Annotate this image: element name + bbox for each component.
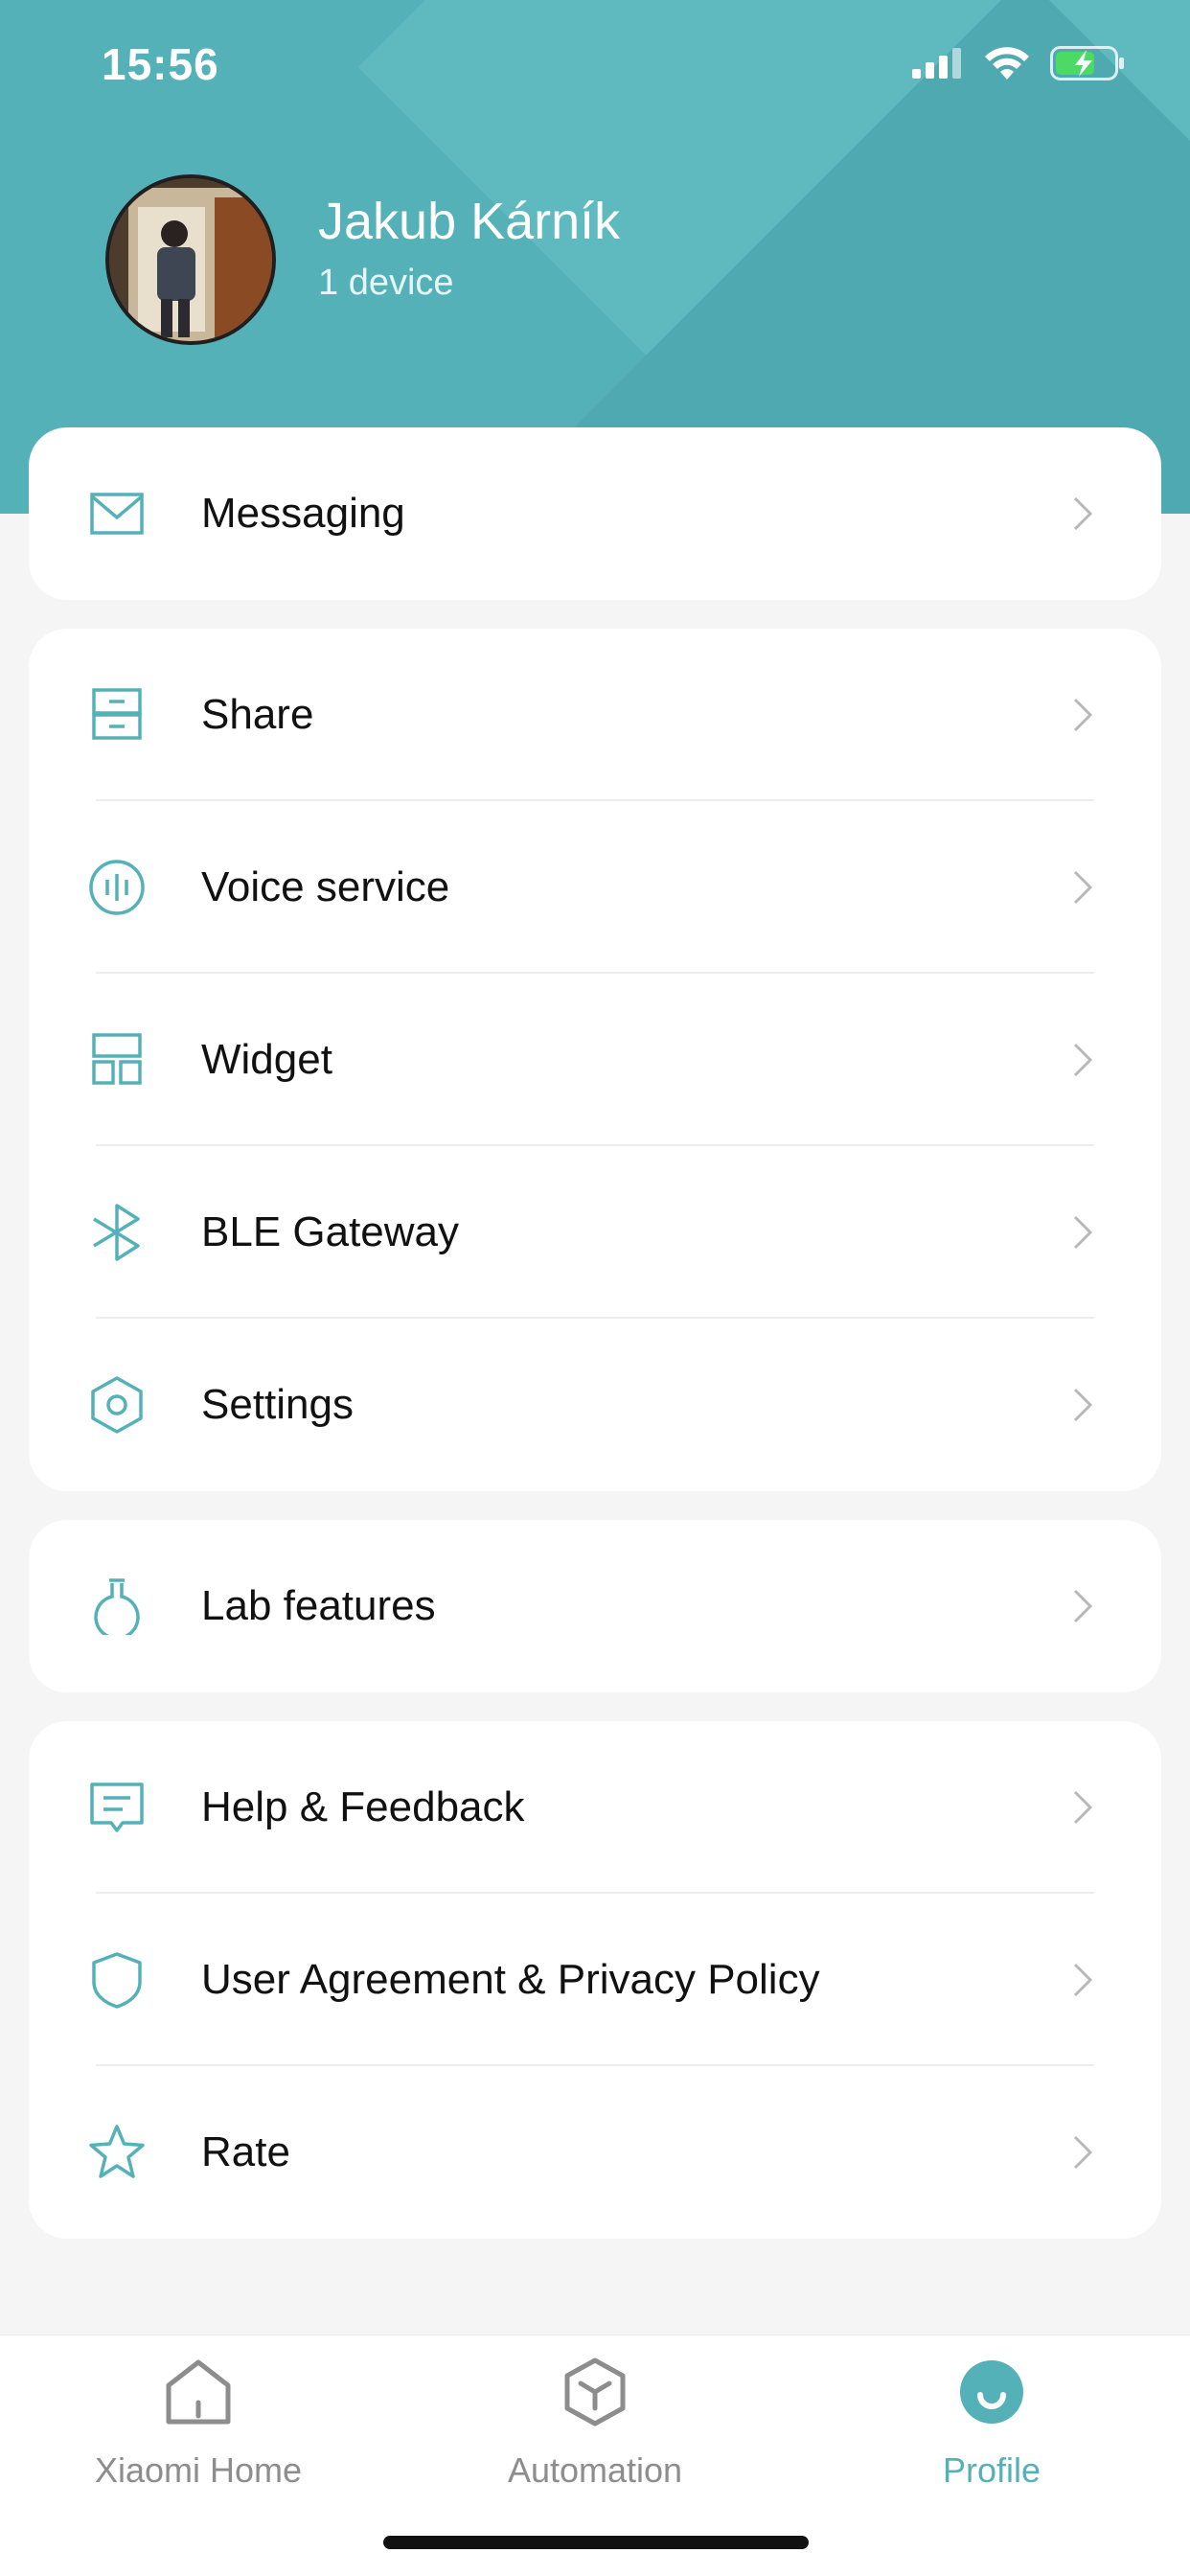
status-icons [912,44,1125,82]
menu-item-label: Settings [201,1381,354,1428]
chevron-right-icon [1073,1589,1093,1623]
menu-item-help-feedback[interactable]: Help & Feedback [29,1721,1161,1894]
tab-automation[interactable]: Automation [397,2335,793,2527]
envelope-icon [90,493,144,535]
menu-card-support: Help & Feedback User Agreement & Privacy… [29,1721,1161,2239]
menu-item-label: Voice service [201,863,450,910]
menu-item-label: Share [201,691,314,738]
automation-cube-icon [564,2358,626,2426]
tab-label: Profile [942,2450,1041,2490]
menu-item-share[interactable]: Share [29,629,1161,801]
chevron-right-icon [1073,1043,1093,1077]
menu-item-label: BLE Gateway [201,1208,460,1255]
menu-item-label: Help & Feedback [201,1783,525,1830]
menu-item-ble-gateway[interactable]: BLE Gateway [29,1146,1161,1319]
avatar-photo [109,178,272,341]
shield-icon [92,1952,142,2009]
profile-smile-icon [960,2360,1023,2424]
voice-wave-icon [89,860,145,915]
tab-label: Xiaomi Home [94,2450,303,2490]
home-icon [166,2359,231,2425]
menu-item-widget[interactable]: Widget [29,974,1161,1146]
menu-item-messaging[interactable]: Messaging [29,427,1161,600]
tab-label: Automation [507,2450,683,2490]
menu-item-label: Messaging [201,490,405,537]
chevron-right-icon [1073,870,1093,905]
menu-item-label: Rate [201,2128,290,2175]
menu-item-settings[interactable]: Settings [29,1319,1161,1491]
avatar[interactable] [105,174,276,345]
menu-item-rate[interactable]: Rate [29,2066,1161,2239]
device-count[interactable]: 1 device [318,263,454,304]
battery-charging-icon [1050,46,1124,80]
menu-item-voice-service[interactable]: Voice service [29,801,1161,974]
chevron-right-icon [1073,698,1093,732]
menu-card-messaging: Messaging [29,427,1161,600]
menu-card-main: Share Voice service Widget BLE Gateway S… [29,629,1161,1491]
chevron-right-icon [1073,1215,1093,1250]
menu-item-label: Widget [201,1036,332,1083]
user-name[interactable]: Jakub Kárník [318,192,620,251]
wifi-icon [985,47,1029,80]
menu-item-label: Lab features [201,1582,436,1629]
tab-profile[interactable]: Profile [793,2335,1190,2527]
chevron-right-icon [1073,1790,1093,1825]
share-drawer-icon [92,688,142,740]
chevron-right-icon [1073,1963,1093,1997]
widget-grid-icon [92,1033,142,1085]
cellular-signal-icon [912,48,961,79]
star-icon [89,2125,145,2178]
lab-flask-icon [94,1578,140,1635]
status-time: 15:56 [102,39,219,89]
chevron-right-icon [1073,496,1093,531]
tab-xiaomi-home[interactable]: Xiaomi Home [0,2335,397,2527]
chevron-right-icon [1073,2135,1093,2170]
menu-item-user-agreement[interactable]: User Agreement & Privacy Policy [29,1894,1161,2066]
profile-screen: 15:56 Jakub Kárník 1 device Messaging Sh… [0,0,1190,2576]
menu-item-lab-features[interactable]: Lab features [29,1520,1161,1692]
chevron-right-icon [1073,1388,1093,1422]
bluetooth-icon [93,1204,140,1261]
settings-hexagon-icon [91,1376,143,1434]
feedback-icon [90,1782,144,1832]
home-indicator[interactable] [383,2536,809,2549]
menu-item-label: User Agreement & Privacy Policy [201,1956,820,2003]
menu-card-lab: Lab features [29,1520,1161,1692]
